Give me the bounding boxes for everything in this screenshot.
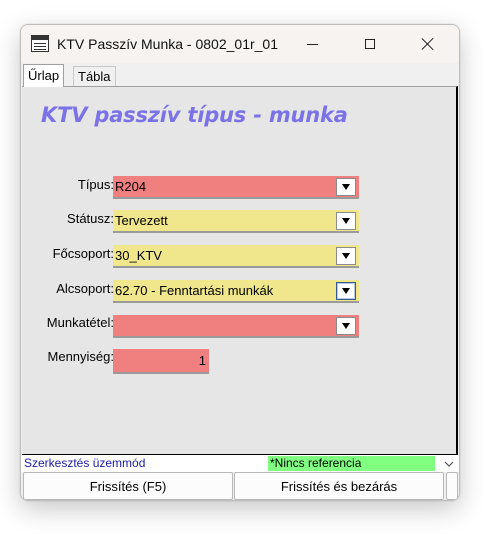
minimize-button[interactable] (289, 25, 335, 63)
refresh-and-close-button[interactable]: Frissítés és bezárás (234, 472, 444, 500)
chevron-down-icon[interactable] (443, 458, 455, 470)
sub-group-dropdown[interactable]: 62.70 - Fenntartási munkák (113, 280, 359, 303)
work-item-dropdown-button[interactable] (336, 317, 356, 335)
chevron-down-icon (342, 323, 350, 329)
form-heading: KTV passzív típus - munka (41, 103, 348, 127)
button-bar: Frissítés (F5) Frissítés és bezárás (21, 472, 459, 500)
chevron-down-icon (342, 288, 350, 294)
status-value: Tervezett (115, 213, 168, 228)
status-dropdown-button[interactable] (336, 212, 356, 230)
chevron-down-icon (342, 253, 350, 259)
status-dropdown[interactable]: Tervezett (113, 210, 359, 233)
reference-indicator: *Nincs referencia (268, 456, 435, 471)
main-group-dropdown-button[interactable] (336, 247, 356, 265)
main-group-label: Főcsoport: (52, 246, 114, 261)
tab-strip: Űrlap Tábla (21, 63, 459, 87)
type-dropdown[interactable]: R204 (113, 176, 359, 199)
quantity-value: 1 (198, 353, 206, 368)
work-item-dropdown[interactable] (113, 315, 359, 338)
edit-mode-indicator: Szerkesztés üzemmód (24, 456, 146, 470)
close-button[interactable] (405, 25, 451, 63)
main-group-dropdown[interactable]: 30_KTV (113, 245, 359, 268)
window-title: KTV Passzív Munka - 0802_01r_01 (57, 36, 279, 52)
form-icon (31, 35, 49, 52)
sub-group-value: 62.70 - Fenntartási munkák (115, 283, 274, 298)
tab-form[interactable]: Űrlap (23, 64, 65, 87)
close-icon (421, 37, 435, 51)
chevron-down-icon (342, 218, 350, 224)
status-bar: Szerkesztés üzemmód *Nincs referencia (21, 455, 459, 472)
type-value: R204 (115, 179, 147, 194)
quantity-field[interactable]: 1 (113, 349, 209, 374)
title-bar[interactable]: KTV Passzív Munka - 0802_01r_01 (21, 25, 459, 63)
status-label: Státusz: (67, 211, 114, 226)
quantity-label: Mennyiség: (47, 349, 114, 364)
type-dropdown-button[interactable] (336, 178, 356, 196)
form-panel: KTV passzív típus - munka Típus: R204 St… (22, 86, 458, 455)
type-label: Típus: (77, 177, 114, 192)
work-item-label: Munkatétel: (46, 315, 114, 330)
main-group-value: 30_KTV (115, 248, 162, 263)
minimize-icon (306, 43, 318, 45)
refresh-button[interactable]: Frissítés (F5) (23, 472, 233, 500)
maximize-button[interactable] (347, 25, 393, 63)
maximize-icon (365, 39, 375, 49)
app-window: KTV Passzív Munka - 0802_01r_01 Űrlap Tá… (20, 24, 460, 501)
extra-button[interactable] (446, 472, 458, 500)
sub-group-dropdown-button[interactable] (336, 282, 356, 300)
chevron-down-icon (342, 184, 350, 190)
sub-group-label: Alcsoport: (56, 281, 114, 296)
tab-table[interactable]: Tábla (73, 66, 116, 86)
